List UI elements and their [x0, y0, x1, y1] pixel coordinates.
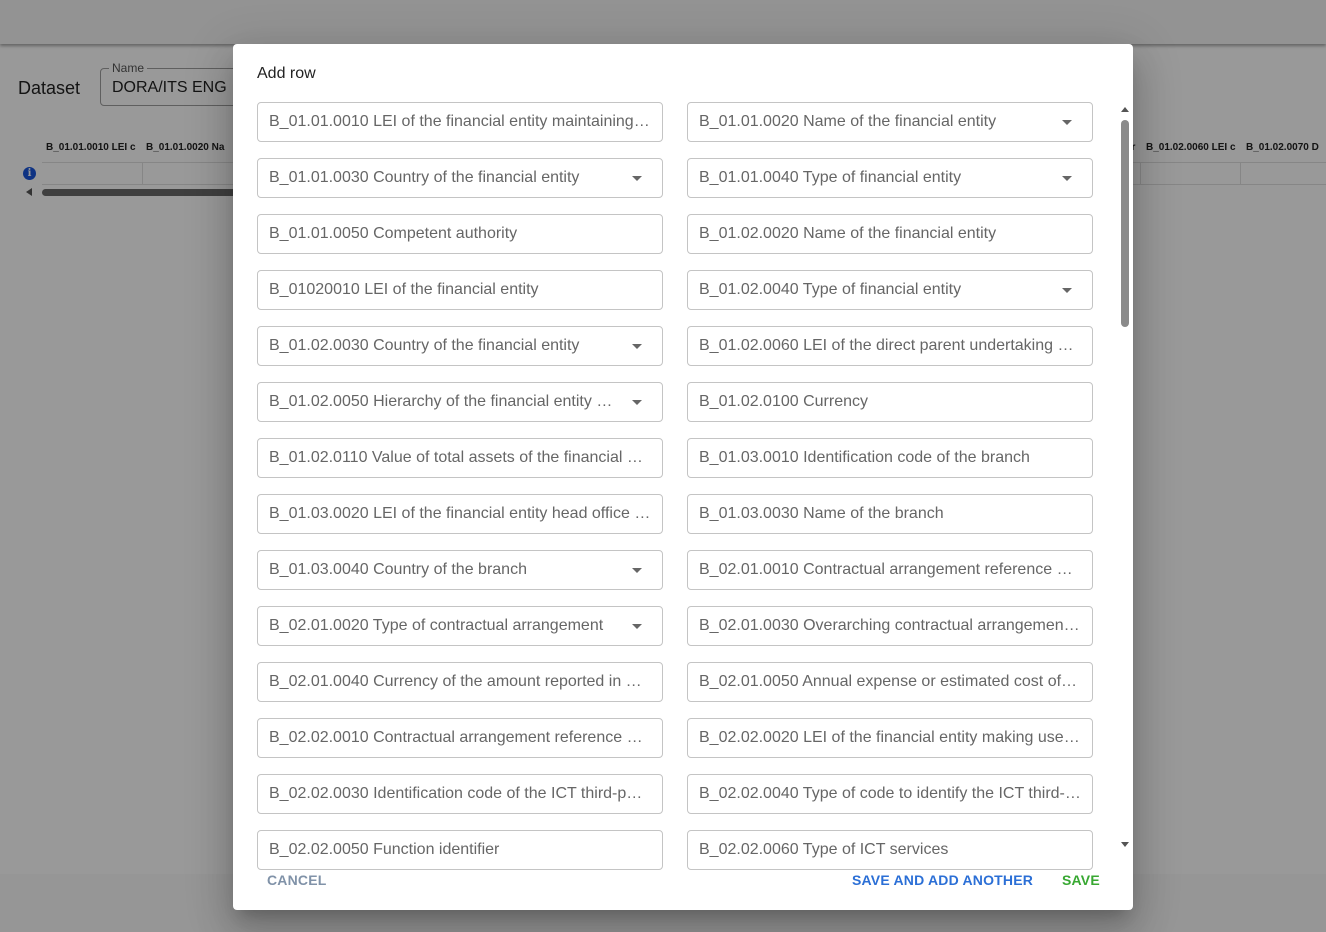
dialog-title: Add row [257, 65, 316, 82]
text-field[interactable]: B_01.01.0050 Competent authority [257, 214, 663, 254]
field-label: B_01.03.0040 Country of the branch [269, 561, 527, 578]
field-label: B_01.02.0110 Value of total assets of th… [269, 449, 651, 466]
text-field[interactable]: B_01.02.0100 Currency [687, 382, 1093, 422]
dialog-content: B_01.01.0010 LEI of the financial entity… [233, 102, 1119, 897]
scroll-down-arrow-icon[interactable] [1121, 842, 1129, 847]
dropdown-arrow-icon[interactable] [1062, 176, 1072, 181]
text-field[interactable]: B_02.01.0010 Contractual arrangement ref… [687, 550, 1093, 590]
text-field[interactable]: B_01.02.0060 LEI of the direct parent un… [687, 326, 1093, 366]
dropdown-arrow-icon[interactable] [632, 568, 642, 573]
field-label: B_01.02.0060 LEI of the direct parent un… [699, 337, 1081, 354]
field-label: B_02.01.0040 Currency of the amount repo… [269, 673, 651, 690]
field-label: B_01.01.0030 Country of the financial en… [269, 169, 580, 186]
add-row-dialog: Add row B_01.01.0010 LEI of the financia… [233, 44, 1133, 910]
field-label: B_01.02.0030 Country of the financial en… [269, 337, 580, 354]
dropdown-arrow-icon[interactable] [632, 400, 642, 405]
field-label: B_02.02.0010 Contractual arrangement ref… [269, 729, 651, 746]
select-field[interactable]: B_01.01.0030 Country of the financial en… [257, 158, 663, 198]
field-label: B_02.01.0050 Annual expense or estimated… [699, 673, 1081, 690]
field-label: B_02.02.0060 Type of ICT services [699, 841, 949, 858]
field-label: B_01.01.0050 Competent authority [269, 225, 518, 242]
field-label: B_01.02.0050 Hierarchy of the financial … [269, 393, 614, 410]
select-field[interactable]: B_01.01.0020 Name of the financial entit… [687, 102, 1093, 142]
text-field[interactable]: B_01.02.0110 Value of total assets of th… [257, 438, 663, 478]
dropdown-arrow-icon[interactable] [1062, 120, 1072, 125]
text-field[interactable]: B_01.02.0020 Name of the financial entit… [687, 214, 1093, 254]
dropdown-arrow-icon[interactable] [1062, 288, 1072, 293]
field-label: B_02.02.0050 Function identifier [269, 841, 500, 858]
select-field[interactable]: B_01.01.0040 Type of financial entity [687, 158, 1093, 198]
field-label: B_01.03.0010 Identification code of the … [699, 449, 1030, 466]
select-field[interactable]: B_01.03.0040 Country of the branch [257, 550, 663, 590]
text-field[interactable]: B_01.03.0010 Identification code of the … [687, 438, 1093, 478]
save-button[interactable]: SAVE [1062, 872, 1100, 888]
field-label: B_02.01.0020 Type of contractual arrange… [269, 617, 604, 634]
text-field[interactable]: B_02.01.0040 Currency of the amount repo… [257, 662, 663, 702]
save-and-add-another-button[interactable]: SAVE AND ADD ANOTHER [852, 872, 1033, 888]
text-field[interactable]: B_02.02.0060 Type of ICT services [687, 830, 1093, 870]
field-label: B_01.02.0040 Type of financial entity [699, 281, 962, 298]
dropdown-arrow-icon[interactable] [632, 624, 642, 629]
dropdown-arrow-icon[interactable] [632, 344, 642, 349]
field-label: B_02.02.0040 Type of code to identify th… [699, 785, 1081, 802]
field-label: B_02.02.0030 Identification code of the … [269, 785, 651, 802]
field-label: B_02.01.0030 Overarching contractual arr… [699, 617, 1081, 634]
field-label: B_01.01.0010 LEI of the financial entity… [269, 113, 651, 130]
select-field[interactable]: B_01.02.0050 Hierarchy of the financial … [257, 382, 663, 422]
field-label: B_02.01.0010 Contractual arrangement ref… [699, 561, 1081, 578]
select-field[interactable]: B_01.02.0040 Type of financial entity [687, 270, 1093, 310]
text-field[interactable]: B_01.01.0010 LEI of the financial entity… [257, 102, 663, 142]
scrollbar-thumb[interactable] [1121, 120, 1129, 327]
text-field[interactable]: B_02.02.0040 Type of code to identify th… [687, 774, 1093, 814]
text-field[interactable]: B_02.02.0010 Contractual arrangement ref… [257, 718, 663, 758]
field-label: B_01.03.0020 LEI of the financial entity… [269, 505, 651, 522]
text-field[interactable]: B_02.02.0050 Function identifier [257, 830, 663, 870]
text-field[interactable]: B_01.03.0020 LEI of the financial entity… [257, 494, 663, 534]
dropdown-arrow-icon[interactable] [632, 176, 642, 181]
scroll-up-arrow-icon[interactable] [1121, 107, 1129, 112]
select-field[interactable]: B_02.01.0020 Type of contractual arrange… [257, 606, 663, 646]
text-field[interactable]: B_02.01.0030 Overarching contractual arr… [687, 606, 1093, 646]
text-field[interactable]: B_01.03.0030 Name of the branch [687, 494, 1093, 534]
field-label: B_01.03.0030 Name of the branch [699, 505, 944, 522]
text-field[interactable]: B_01020010 LEI of the financial entity [257, 270, 663, 310]
field-label: B_01.01.0040 Type of financial entity [699, 169, 962, 186]
field-label: B_01.01.0020 Name of the financial entit… [699, 113, 997, 130]
text-field[interactable]: B_02.02.0030 Identification code of the … [257, 774, 663, 814]
text-field[interactable]: B_02.01.0050 Annual expense or estimated… [687, 662, 1093, 702]
field-label: B_01.02.0100 Currency [699, 393, 868, 410]
dialog-vertical-scrollbar[interactable] [1118, 104, 1133, 852]
field-label: B_01.02.0020 Name of the financial entit… [699, 225, 997, 242]
cancel-button[interactable]: CANCEL [267, 872, 327, 888]
select-field[interactable]: B_01.02.0030 Country of the financial en… [257, 326, 663, 366]
field-label: B_01020010 LEI of the financial entity [269, 281, 539, 298]
field-label: B_02.02.0020 LEI of the financial entity… [699, 729, 1081, 746]
text-field[interactable]: B_02.02.0020 LEI of the financial entity… [687, 718, 1093, 758]
